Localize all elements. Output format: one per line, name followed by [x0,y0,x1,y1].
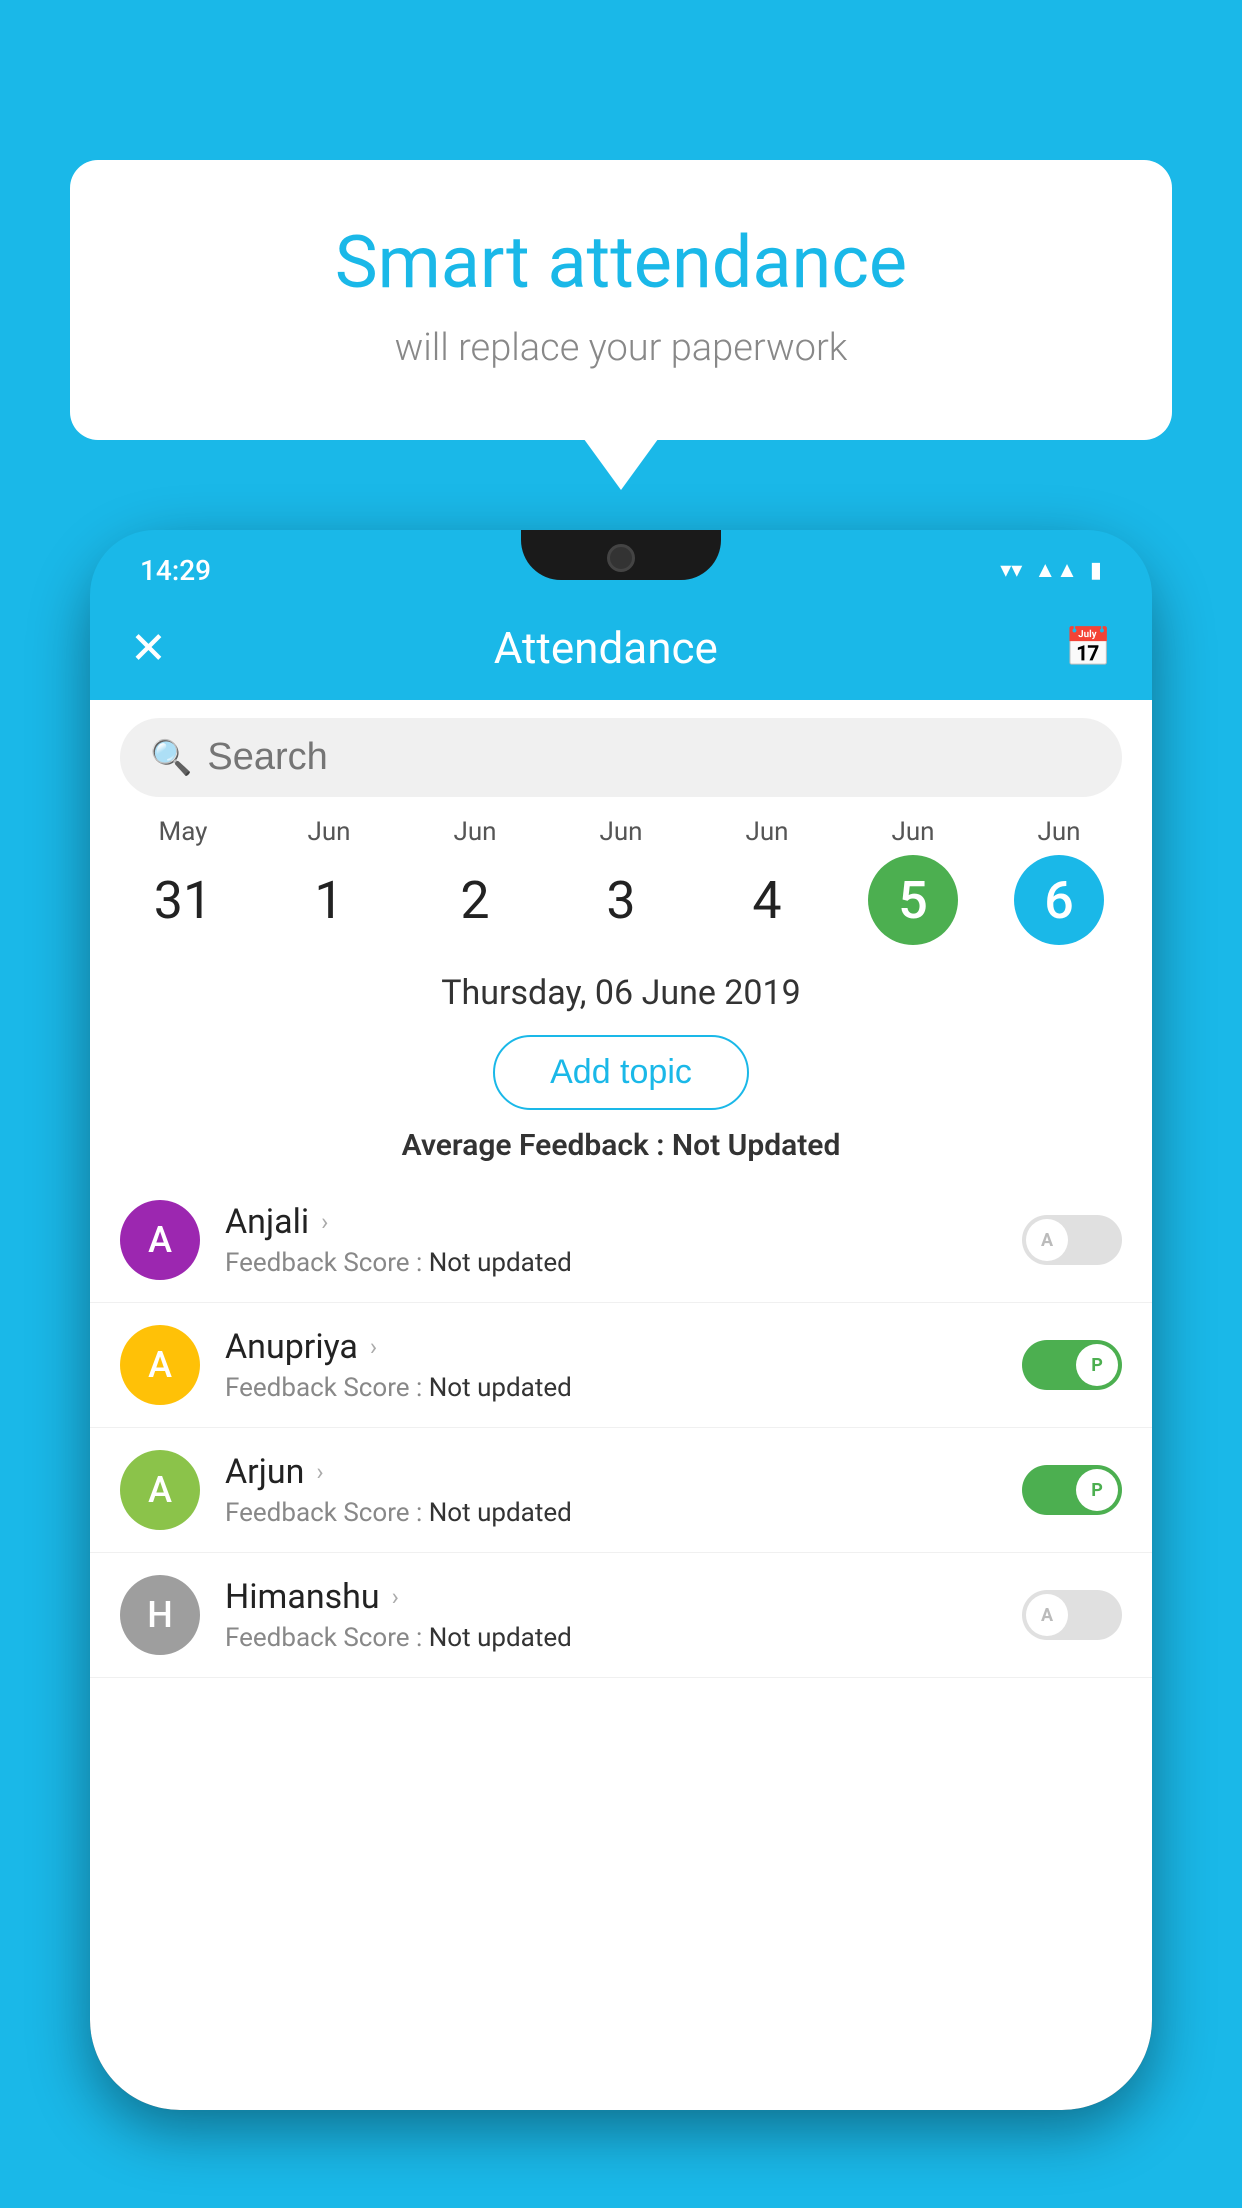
date-col[interactable]: Jun 3 [548,817,694,945]
date-month: Jun [548,817,694,847]
student-name[interactable]: Himanshu › [225,1577,997,1617]
toggle-container[interactable]: A [1022,1215,1122,1265]
date-day[interactable]: 5 [868,855,958,945]
date-month: Jun [694,817,840,847]
student-avatar: A [120,1450,200,1530]
attendance-toggle[interactable]: A [1022,1215,1122,1265]
app-bar-title: Attendance [147,622,1065,674]
toggle-knob: A [1026,1219,1068,1261]
date-day[interactable]: 4 [722,855,812,945]
chevron-icon: › [392,1583,399,1611]
status-time: 14:29 [140,554,211,587]
signal-icon: ▲▲ [1034,557,1078,583]
phone-frame: 14:29 ▾▾ ▲▲ ▮ ✕ Attendance 📅 🔍 [90,530,1152,2110]
search-container[interactable]: 🔍 [120,718,1122,797]
student-item: H Himanshu › Feedback Score : Not updated A [90,1553,1152,1678]
speech-bubble-title: Smart attendance [150,220,1092,306]
feedback-value: Not updated [429,1623,572,1653]
chevron-icon: › [321,1208,328,1236]
student-feedback: Feedback Score : Not updated [225,1623,997,1653]
date-month: Jun [402,817,548,847]
attendance-toggle[interactable]: A [1022,1590,1122,1640]
date-col[interactable]: Jun 4 [694,817,840,945]
student-name[interactable]: Anupriya › [225,1327,997,1367]
toggle-container[interactable]: A [1022,1590,1122,1640]
date-month: May [110,817,256,847]
student-info: Anjali › Feedback Score : Not updated [225,1202,997,1278]
attendance-toggle[interactable]: P [1022,1465,1122,1515]
date-month: Jun [840,817,986,847]
app-bar: ✕ Attendance 📅 [90,595,1152,700]
date-month: Jun [256,817,402,847]
toggle-knob: P [1076,1344,1118,1386]
attendance-toggle[interactable]: P [1022,1340,1122,1390]
date-day[interactable]: 31 [138,855,228,945]
date-col[interactable]: Jun 5 [840,817,986,945]
search-input[interactable] [207,736,1092,779]
date-day[interactable]: 3 [576,855,666,945]
student-avatar: A [120,1325,200,1405]
chevron-icon: › [370,1333,377,1361]
date-day[interactable]: 2 [430,855,520,945]
avg-feedback: Average Feedback : Not Updated [90,1128,1152,1163]
phone-camera [607,544,635,572]
student-info: Anupriya › Feedback Score : Not updated [225,1327,997,1403]
add-topic-button[interactable]: Add topic [493,1035,749,1110]
battery-icon: ▮ [1090,558,1102,583]
wifi-icon: ▾▾ [1000,558,1022,583]
date-col[interactable]: May 31 [110,817,256,945]
avg-feedback-label: Average Feedback : [402,1128,665,1163]
speech-bubble-container: Smart attendance will replace your paper… [70,160,1172,440]
toggle-container[interactable]: P [1022,1465,1122,1515]
student-name[interactable]: Anjali › [225,1202,997,1242]
date-picker: May 31 Jun 1 Jun 2 Jun 3 Jun 4 Jun 5 Jun 6 [90,797,1152,945]
phone-container: 14:29 ▾▾ ▲▲ ▮ ✕ Attendance 📅 🔍 [90,530,1152,2208]
feedback-value: Not updated [429,1373,572,1403]
date-month: Jun [986,817,1132,847]
chevron-icon: › [316,1458,323,1486]
student-info: Himanshu › Feedback Score : Not updated [225,1577,997,1653]
student-list: AAnjali ›Feedback Score : Not updatedAAA… [90,1178,1152,1678]
date-col[interactable]: Jun 2 [402,817,548,945]
search-icon: 🔍 [150,738,192,778]
student-name[interactable]: Arjun › [225,1452,997,1492]
date-col[interactable]: Jun 6 [986,817,1132,945]
toggle-container[interactable]: P [1022,1340,1122,1390]
speech-bubble-subtitle: will replace your paperwork [150,326,1092,370]
student-avatar: A [120,1200,200,1280]
student-info: Arjun › Feedback Score : Not updated [225,1452,997,1528]
avg-feedback-value: Not Updated [672,1128,840,1163]
speech-bubble: Smart attendance will replace your paper… [70,160,1172,440]
student-item: A Anupriya › Feedback Score : Not updated P [90,1303,1152,1428]
toggle-knob: A [1026,1594,1068,1636]
calendar-icon[interactable]: 📅 [1065,626,1112,670]
student-feedback: Feedback Score : Not updated [225,1498,997,1528]
feedback-value: Not updated [429,1498,572,1528]
student-item: A Arjun › Feedback Score : Not updated P [90,1428,1152,1553]
app-screen: ✕ Attendance 📅 🔍 May31Jun1Jun2Jun3Jun4Ju… [90,595,1152,2110]
date-col[interactable]: Jun 1 [256,817,402,945]
toggle-knob: P [1076,1469,1118,1511]
feedback-value: Not updated [429,1248,572,1278]
phone-notch [521,530,721,580]
selected-date-text: Thursday, 06 June 2019 [90,973,1152,1013]
student-feedback: Feedback Score : Not updated [225,1373,997,1403]
status-icons: ▾▾ ▲▲ ▮ [1000,557,1102,583]
date-day[interactable]: 1 [284,855,374,945]
student-item: A Anjali › Feedback Score : Not updated A [90,1178,1152,1303]
date-day[interactable]: 6 [1014,855,1104,945]
student-feedback: Feedback Score : Not updated [225,1248,997,1278]
student-avatar: H [120,1575,200,1655]
